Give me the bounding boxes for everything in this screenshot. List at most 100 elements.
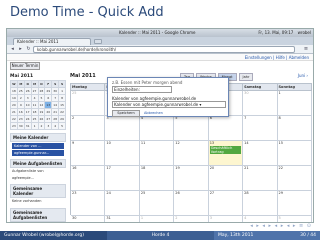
mini-calendar-day[interactable]: 3 — [44, 122, 53, 130]
mini-calendar-day[interactable]: 4 — [51, 122, 60, 130]
forward-icon[interactable]: ▸ — [17, 46, 24, 53]
mini-calendar-day[interactable]: 8 — [58, 94, 66, 102]
account-links[interactable]: Einstellungen | Hilfe | Abmelden — [245, 55, 309, 60]
day-number[interactable]: 28 — [244, 191, 248, 195]
mini-calendar-day[interactable]: 28 — [51, 115, 60, 123]
mini-calendar-day[interactable]: 1 — [58, 87, 66, 95]
mini-calendar-day[interactable]: 17 — [23, 108, 32, 116]
back-icon[interactable]: ◂ — [9, 46, 16, 53]
day-number[interactable]: 8 — [279, 116, 281, 120]
day-number[interactable]: 26 — [175, 191, 179, 195]
reload-icon[interactable]: ↻ — [25, 46, 32, 53]
day-number[interactable]: 30 — [72, 216, 76, 220]
mini-calendar-day[interactable]: 19 — [37, 108, 46, 116]
day-cell[interactable]: 25 — [71, 91, 106, 116]
mini-calendar-day[interactable]: 6 — [44, 94, 53, 102]
day-cell[interactable]: 4 — [139, 116, 175, 141]
day-number[interactable]: 29 — [279, 191, 283, 195]
calendar-chip[interactable]: agfeempie.gunnar... — [12, 150, 64, 156]
day-cell[interactable]: 22 — [277, 166, 312, 191]
menu-icon[interactable]: ≡ — [302, 46, 310, 53]
sidebar-entry[interactable]: Keine vorhanden — [10, 222, 66, 223]
day-cell[interactable]: 5 — [278, 216, 312, 222]
sidebar-section-title[interactable]: Meine Aufgabenlisten — [10, 159, 66, 168]
day-cell[interactable]: 11 — [139, 141, 175, 166]
sidebar-section-title[interactable]: Meine Kalender — [10, 133, 66, 142]
mini-calendar-day[interactable]: 25 — [30, 115, 39, 123]
mini-calendar-day[interactable]: 11 — [30, 101, 39, 109]
mini-calendar-day[interactable]: 4 — [30, 94, 39, 102]
browser-tab[interactable]: Kalender :: Mai 2011 — [13, 38, 91, 45]
day-cell[interactable]: 13 Geschäftlich Vortrag — [208, 141, 244, 166]
next-month-link[interactable]: Juni › — [298, 73, 308, 78]
save-button[interactable]: Speichern — [112, 110, 140, 117]
calendar-select[interactable]: Kalender von agfeempie.gunnarwrobel.de ▾ — [112, 101, 226, 108]
event-chip[interactable]: Geschäftlich Vortrag — [209, 146, 242, 154]
day-cell[interactable]: 4 — [243, 216, 278, 222]
sidebar-entry[interactable]: Keine vorhanden — [10, 198, 66, 205]
day-number[interactable]: 10 — [106, 141, 110, 145]
mini-calendar-day[interactable]: 3 — [23, 94, 32, 102]
day-cell[interactable]: 24 — [105, 191, 140, 216]
sidebar-entry[interactable]: agfeempie... — [10, 175, 66, 182]
day-number[interactable]: 22 — [279, 166, 283, 170]
day-cell[interactable]: 3 — [105, 116, 140, 141]
day-cell[interactable]: 2 — [71, 116, 106, 141]
day-cell[interactable]: 31 — [105, 216, 140, 222]
mini-calendar-day[interactable]: 1 — [30, 122, 39, 130]
mini-calendar-day[interactable]: 27 — [44, 115, 53, 123]
day-cell[interactable]: 15 — [277, 141, 312, 166]
mini-calendar-day[interactable]: 2 — [37, 122, 46, 130]
day-number[interactable]: 27 — [210, 191, 214, 195]
day-cell[interactable]: 14 — [243, 141, 278, 166]
mini-calendar-day[interactable]: 20 — [44, 108, 53, 116]
day-cell[interactable]: 19 — [174, 166, 209, 191]
day-number[interactable]: 2 — [175, 216, 177, 220]
mini-calendar-day[interactable]: 28 — [37, 87, 46, 95]
day-cell[interactable]: 2 — [174, 216, 209, 222]
tray-user[interactable]: wrobel — [298, 30, 311, 35]
cancel-link[interactable]: Abbrechen — [144, 111, 163, 115]
mini-calendar-day[interactable]: 7 — [51, 94, 60, 102]
mini-calendar-day[interactable]: 12 — [37, 101, 46, 109]
mini-calendar-day[interactable]: 10 — [23, 101, 32, 109]
day-number[interactable]: 30 — [244, 91, 248, 95]
mini-calendar-day[interactable]: 18 — [30, 108, 39, 116]
day-cell[interactable]: 20 — [208, 166, 244, 191]
day-number[interactable]: 20 — [210, 166, 214, 170]
mini-calendar-weeknum[interactable]: 18 — [10, 87, 18, 95]
day-cell[interactable]: 30 — [71, 216, 106, 222]
day-number[interactable]: 24 — [106, 191, 110, 195]
day-number[interactable]: 16 — [72, 166, 76, 170]
day-cell[interactable]: 27 — [208, 191, 244, 216]
day-cell[interactable]: 29 — [277, 191, 312, 216]
day-cell[interactable]: 21 — [243, 166, 278, 191]
day-cell[interactable]: 17 — [105, 166, 140, 191]
day-number[interactable]: 18 — [141, 166, 145, 170]
mini-calendar-day[interactable]: 27 — [30, 87, 39, 95]
day-cell[interactable]: 9 — [71, 141, 106, 166]
day-cell[interactable]: 25 — [139, 191, 175, 216]
day-number[interactable]: 9 — [72, 141, 74, 145]
mini-calendar-day[interactable]: 14 — [51, 101, 60, 109]
new-event-button[interactable]: Neuer Termin — [10, 62, 40, 70]
address-bar[interactable]: kolab.gunnarwrobel.de/horde/kronolith/ — [33, 46, 295, 53]
mini-calendar-day[interactable]: 5 — [37, 94, 46, 102]
quick-add-input[interactable]: Einzelheiten: — [112, 86, 172, 93]
mini-calendar-weeknum[interactable]: 19 — [10, 94, 18, 102]
mini-calendar-day[interactable]: 23 — [16, 115, 25, 123]
day-cell[interactable]: 16 — [71, 166, 106, 191]
mini-calendar-day[interactable]: 13 — [44, 101, 53, 109]
mini-calendar-day[interactable]: 26 — [37, 115, 46, 123]
day-cell[interactable]: 1 — [277, 91, 312, 116]
day-cell[interactable]: 6 — [208, 116, 244, 141]
day-number[interactable]: 17 — [106, 166, 110, 170]
mini-calendar-day[interactable]: 25 — [16, 87, 25, 95]
day-cell[interactable]: 10 — [105, 141, 140, 166]
mini-calendar-day[interactable]: 2 — [16, 94, 25, 102]
day-cell[interactable]: 28 — [243, 191, 278, 216]
view-tab[interactable]: Jahr — [238, 73, 254, 81]
day-number[interactable]: 23 — [72, 191, 76, 195]
day-cell[interactable]: 30 — [243, 91, 278, 116]
day-cell[interactable]: 8 — [277, 116, 312, 141]
